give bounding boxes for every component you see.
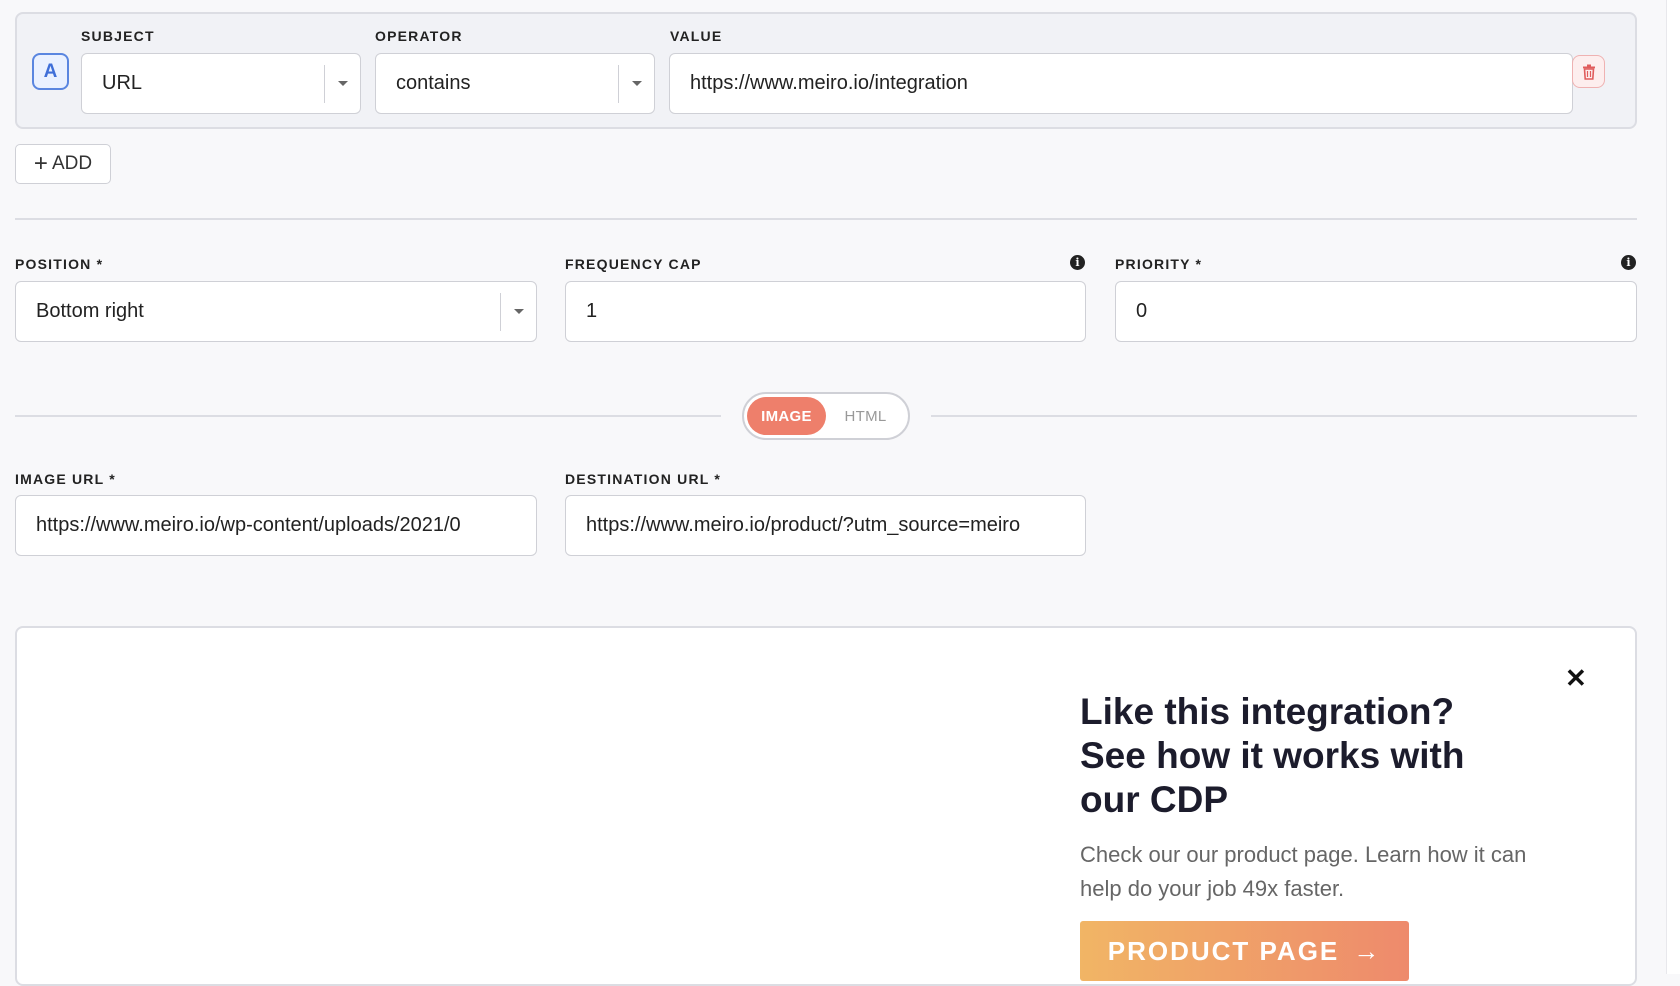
frequency-cap-label: FREQUENCY CAP (565, 256, 702, 272)
close-icon[interactable]: ✕ (1565, 665, 1587, 691)
value-input[interactable] (669, 53, 1573, 114)
plus-icon: + (33, 150, 48, 177)
promo-text: Check our our product page. Learn how it… (1080, 842, 1527, 901)
product-page-button[interactable]: PRODUCT PAGE → (1080, 921, 1409, 981)
priority-label: PRIORITY * (1115, 256, 1203, 272)
info-icon[interactable]: i (1070, 255, 1085, 270)
position-select-value: Bottom right (36, 300, 144, 322)
position-label: POSITION * (15, 256, 104, 272)
frequency-cap-input[interactable] (565, 281, 1086, 342)
content-type-toggle: IMAGE HTML (742, 392, 910, 440)
operator-label: OPERATOR (375, 28, 463, 44)
delete-condition-button[interactable] (1572, 55, 1605, 88)
destination-url-label: DESTINATION URL * (565, 471, 721, 487)
subject-label: SUBJECT (81, 28, 155, 44)
toggle-html-option[interactable]: HTML (826, 397, 905, 435)
add-button-label: ADD (51, 153, 93, 174)
chevron-down-icon[interactable] (619, 81, 654, 86)
toggle-divider-right (931, 415, 1637, 417)
priority-input[interactable] (1115, 281, 1637, 342)
subject-select-value: URL (102, 72, 143, 94)
image-url-input[interactable] (15, 495, 537, 556)
scrollbar[interactable] (1666, 0, 1680, 974)
product-page-button-label: PRODUCT PAGE (1107, 935, 1340, 966)
section-divider (15, 218, 1637, 220)
promo-title: Like this integration? See how it works … (1080, 691, 1465, 820)
add-condition-button[interactable]: + ADD (15, 144, 111, 184)
arrow-right-icon: → (1353, 935, 1382, 966)
chevron-down-icon[interactable] (325, 81, 360, 86)
destination-url-input[interactable] (565, 495, 1086, 556)
position-select[interactable]: Bottom right (15, 281, 537, 342)
condition-letter-badge: A (32, 53, 69, 90)
operator-select-value: contains (396, 72, 471, 94)
trash-icon (1582, 64, 1595, 80)
subject-select[interactable]: URL (81, 53, 361, 114)
toggle-divider-left (15, 415, 721, 417)
value-label: VALUE (670, 28, 723, 44)
image-url-label: IMAGE URL * (15, 471, 116, 487)
chevron-down-icon[interactable] (501, 309, 536, 314)
operator-select[interactable]: contains (375, 53, 655, 114)
info-icon[interactable]: i (1621, 255, 1636, 270)
toggle-image-option[interactable]: IMAGE (747, 397, 826, 435)
